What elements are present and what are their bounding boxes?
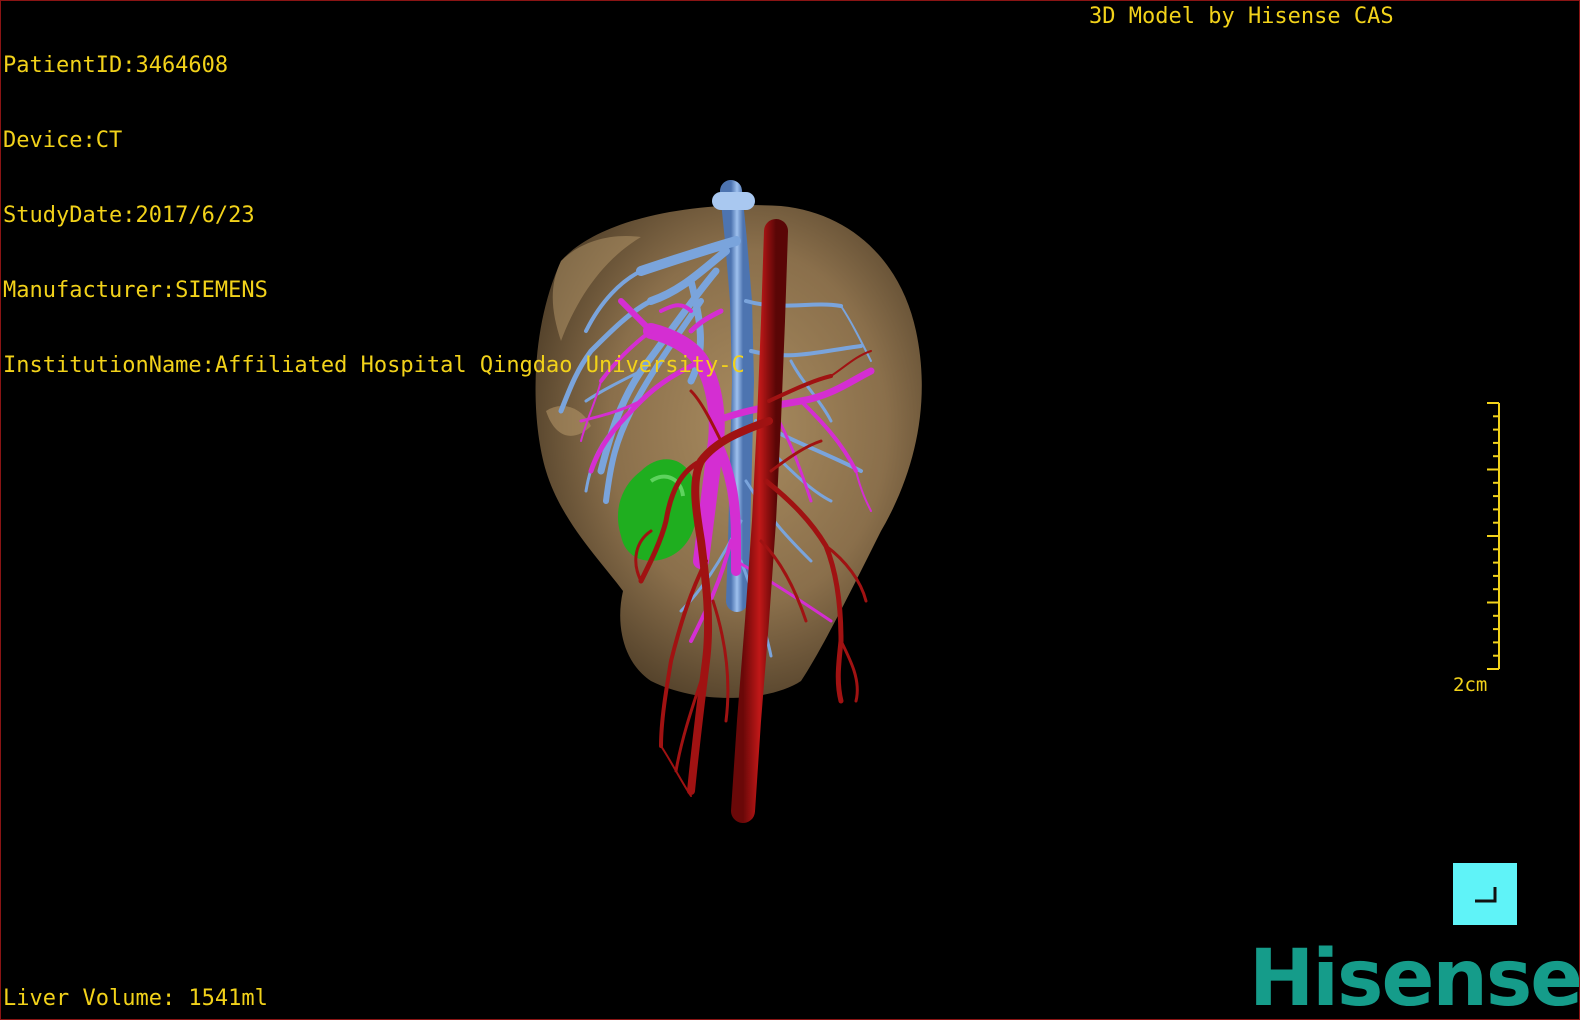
study-date-text: StudyDate:2017/6/23	[3, 203, 255, 228]
scale-ruler	[1487, 402, 1500, 670]
liver-volume-text: Liver Volume: 1541ml	[3, 986, 268, 1011]
corner-toggle-button[interactable]	[1453, 863, 1517, 925]
3d-viewport[interactable]: PatientID:3464608 Device:CT StudyDate:20…	[0, 0, 1580, 1020]
corner-bracket-icon	[1475, 887, 1497, 903]
manufacturer-text: Manufacturer:SIEMENS	[3, 278, 268, 303]
scale-label: 2cm	[1453, 674, 1488, 696]
patient-id-text: PatientID:3464608	[3, 53, 229, 78]
dicom-info-panel: PatientID:3464608 Device:CT StudyDate:20…	[3, 3, 745, 428]
hisense-logo: Hisense	[1249, 934, 1580, 1020]
model-credit-text: 3D Model by Hisense CAS	[1089, 4, 1394, 29]
institution-text: InstitutionName:Affiliated Hospital Qing…	[3, 353, 745, 378]
device-text: Device:CT	[3, 128, 123, 153]
